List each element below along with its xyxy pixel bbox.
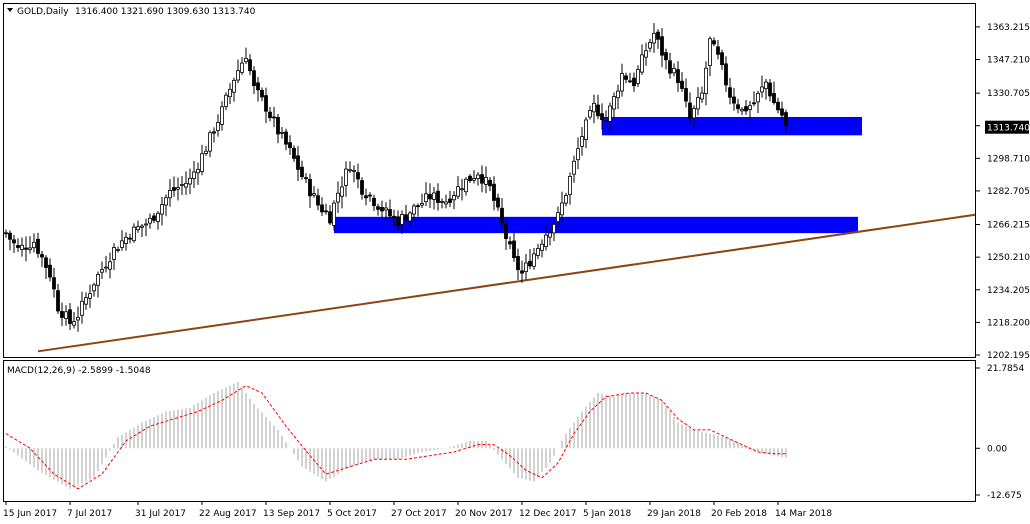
price-tick-label: 1282.705: [987, 187, 1030, 197]
price-tick-label: 1298.710: [987, 154, 1030, 164]
time-tick-label: 27 Oct 2017: [391, 509, 447, 519]
time-tick-label: 31 Jul 2017: [135, 509, 186, 519]
current-price-marker: 1313.740: [985, 120, 1030, 134]
support-zone-1[interactable]: [602, 116, 862, 136]
macd-tick-label: -12.675: [987, 491, 1022, 501]
time-tick-label: 14 Mar 2018: [775, 509, 832, 519]
time-tick-label: 20 Feb 2018: [711, 509, 767, 519]
time-tick-label: 13 Sep 2017: [263, 509, 320, 519]
chart-window: 1363.2151347.2101330.7051314.7001298.710…: [3, 3, 1030, 519]
time-tick-label: 5 Oct 2017: [327, 509, 377, 519]
time-tick-label: 7 Jul 2017: [67, 509, 112, 519]
support-zone-2[interactable]: [334, 216, 858, 234]
ohlc-values: 1316.400 1321.690 1309.630 1313.740: [75, 7, 256, 17]
price-tick-label: 1266.215: [987, 221, 1030, 231]
price-tick-label: 1347.210: [987, 55, 1030, 65]
time-tick-label: 22 Aug 2017: [199, 509, 257, 519]
symbol-label: GOLD,Daily: [17, 7, 69, 17]
time-tick-label: 12 Dec 2017: [519, 509, 577, 519]
price-axis: 1363.2151347.2101330.7051314.7001298.710…: [975, 23, 1030, 361]
macd-axis: 21.7854 0.00 -12.675: [975, 364, 1024, 501]
price-tick-label: 1250.210: [987, 253, 1030, 263]
macd-label: MACD(12,26,9) -2.5899 -1.5048: [7, 366, 151, 376]
price-tick-label: 1202.195: [987, 351, 1030, 361]
macd-tick-label: 21.7854: [987, 364, 1024, 374]
price-tick-label: 1363.215: [987, 23, 1030, 33]
price-tick-label: 1234.205: [987, 286, 1030, 296]
price-tick-label: 1218.200: [987, 318, 1030, 328]
macd-tick-label: 0.00: [987, 444, 1007, 454]
macd-panel-frame: [3, 360, 976, 502]
time-tick-label: 5 Jan 2018: [583, 509, 631, 519]
time-tick-label: 29 Jan 2018: [647, 509, 701, 519]
price-tick-label: 1330.705: [987, 89, 1030, 99]
current-price-label: 1313.740: [987, 124, 1030, 134]
time-tick-label: 15 Jun 2017: [3, 509, 57, 519]
time-axis: 15 Jun 2017 7 Jul 2017 31 Jul 2017 22 Aug 2…: [3, 501, 832, 519]
time-tick-label: 20 Nov 2017: [455, 509, 513, 519]
chart-header: GOLD,Daily 1316.400 1321.690 1309.630 13…: [7, 7, 256, 17]
